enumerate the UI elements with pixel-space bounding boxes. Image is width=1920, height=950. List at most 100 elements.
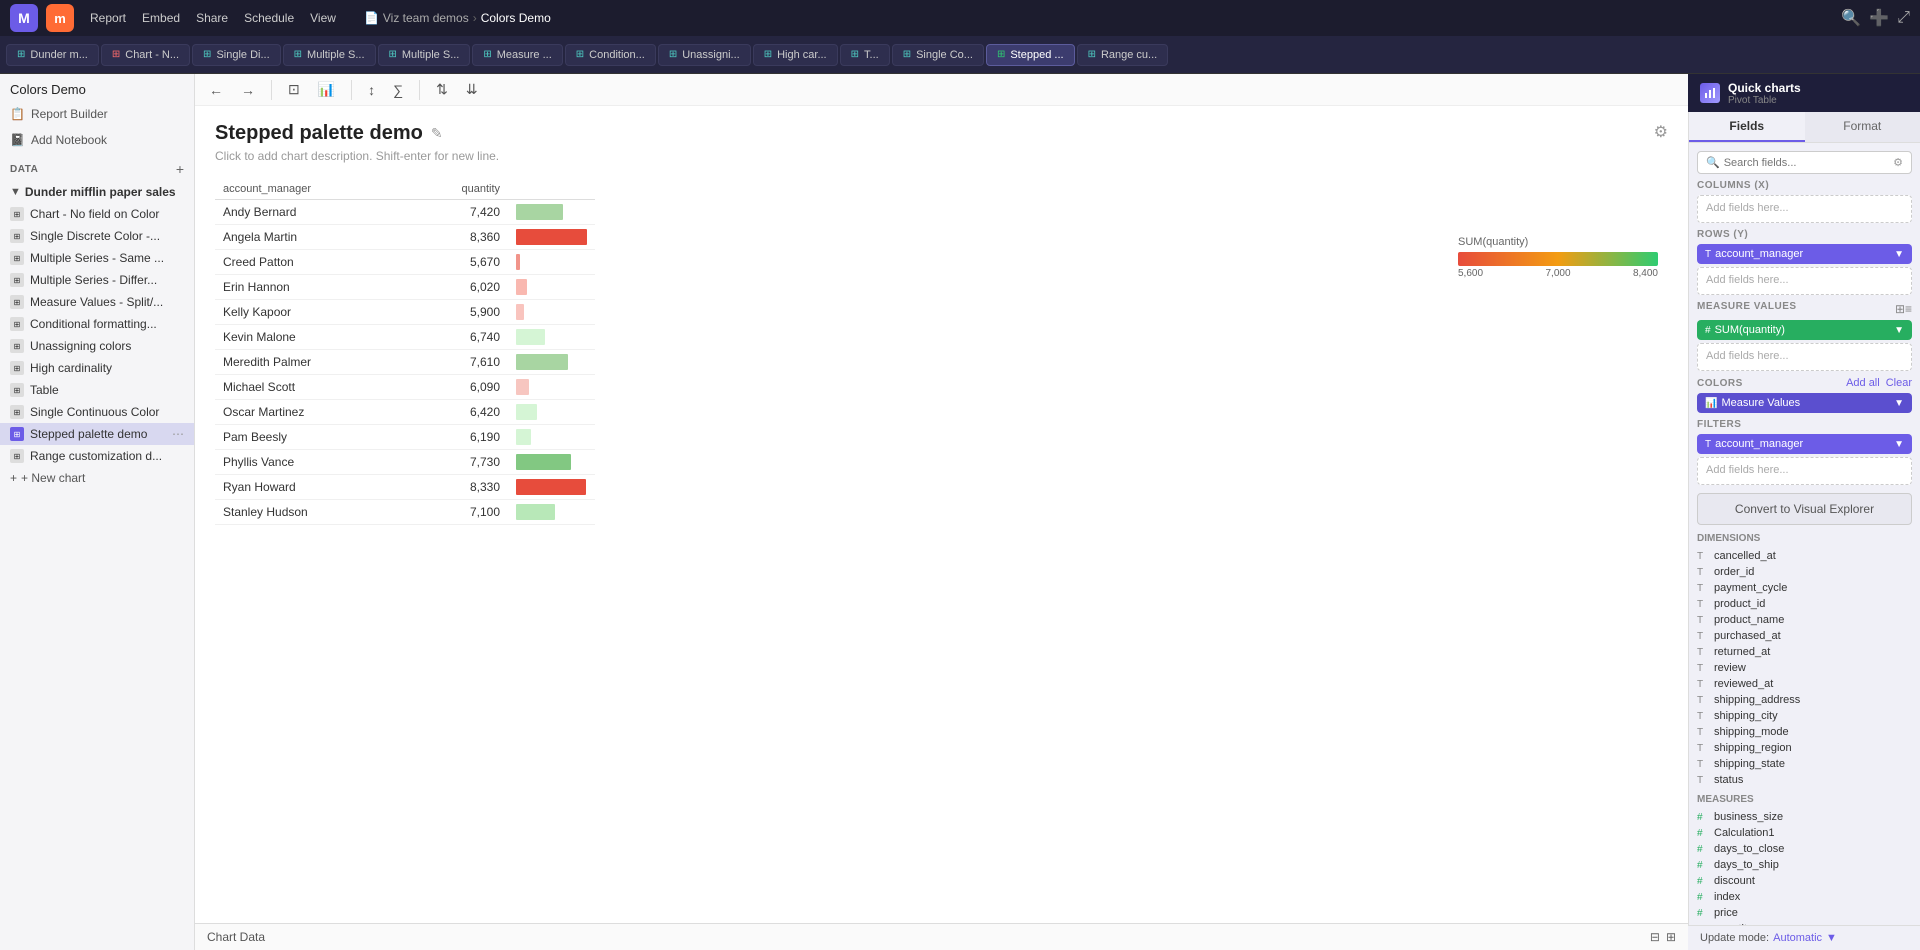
measure-grid-icon[interactable]: ⊞≡: [1895, 302, 1912, 316]
columns-drop-zone[interactable]: Add fields here...: [1697, 195, 1912, 223]
tab-highcard[interactable]: ⊞ High car...: [753, 44, 838, 66]
convert-btn[interactable]: Convert to Visual Explorer: [1697, 493, 1912, 525]
update-mode-value[interactable]: Automatic: [1773, 932, 1822, 944]
measure-item[interactable]: #price: [1697, 905, 1912, 921]
dimension-item[interactable]: Tshipping_mode: [1697, 724, 1912, 740]
limit-button[interactable]: ⇊: [460, 78, 484, 101]
colors-add-all[interactable]: Add all: [1846, 377, 1880, 389]
dimension-item[interactable]: Tstatus: [1697, 772, 1912, 788]
sidebar-item-conditional[interactable]: ⊞ Conditional formatting...: [0, 313, 194, 335]
measure-item[interactable]: #days_to_close: [1697, 841, 1912, 857]
sidebar-item-single-discrete[interactable]: ⊞ Single Discrete Color -...: [0, 225, 194, 247]
dimension-item[interactable]: Torder_id: [1697, 564, 1912, 580]
add-icon[interactable]: ➕: [1869, 8, 1889, 28]
filters-field-pill[interactable]: T account_manager ▼: [1697, 434, 1912, 454]
dimension-item[interactable]: Tshipping_address: [1697, 692, 1912, 708]
rows-pill-arrow[interactable]: ▼: [1894, 249, 1904, 260]
tab-range[interactable]: ⊞ Range cu...: [1077, 44, 1169, 66]
colors-pill-arrow[interactable]: ▼: [1894, 398, 1904, 409]
dimension-item[interactable]: Tcancelled_at: [1697, 548, 1912, 564]
sidebar-item-high-card[interactable]: ⊞ High cardinality: [0, 357, 194, 379]
nav-share[interactable]: Share: [188, 11, 236, 25]
dimension-item[interactable]: Treturned_at: [1697, 644, 1912, 660]
filters-pill-arrow[interactable]: ▼: [1894, 439, 1904, 450]
sidebar-item-chart-no-field[interactable]: ⊞ Chart - No field on Color: [0, 203, 194, 225]
measure-field-pill[interactable]: # SUM(quantity) ▼: [1697, 320, 1912, 340]
sort-button[interactable]: ↕: [362, 79, 381, 101]
add-data-button[interactable]: +: [176, 161, 184, 177]
dimension-item[interactable]: Tpurchased_at: [1697, 628, 1912, 644]
tab-dunder[interactable]: ⊞ Dunder m...: [6, 44, 99, 66]
nav-view[interactable]: View: [302, 11, 344, 25]
breadcrumb-workspace[interactable]: Viz team demos: [383, 11, 469, 25]
chart-footer-collapse-icon[interactable]: ⊟: [1650, 930, 1660, 944]
sidebar-item-unassigning[interactable]: ⊞ Unassigning colors: [0, 335, 194, 357]
dimension-item[interactable]: Tshipping_city: [1697, 708, 1912, 724]
chart-type-button[interactable]: 📊: [312, 78, 341, 101]
sidebar-item-table[interactable]: ⊞ Table: [0, 379, 194, 401]
app-logo[interactable]: m: [46, 4, 74, 32]
fields-search-input[interactable]: [1724, 157, 1889, 169]
tab-t[interactable]: ⊞ T...: [840, 44, 890, 66]
back-button[interactable]: ←: [203, 79, 229, 101]
sidebar-item-measure-split[interactable]: ⊞ Measure Values - Split/...: [0, 291, 194, 313]
sidebar-group-dunder[interactable]: ▼ Dunder mifflin paper sales: [0, 181, 194, 203]
metro-logo[interactable]: M: [10, 4, 38, 32]
tab-unassign[interactable]: ⊞ Unassigni...: [658, 44, 751, 66]
dimension-item[interactable]: Treviewed_at: [1697, 676, 1912, 692]
measure-item[interactable]: #days_to_ship: [1697, 857, 1912, 873]
tab-chart-n[interactable]: ⊞ Chart - N...: [101, 44, 190, 66]
tab-fields[interactable]: Fields: [1689, 112, 1805, 142]
forward-button[interactable]: →: [235, 79, 261, 101]
measure-drop-zone[interactable]: Add fields here...: [1697, 343, 1912, 371]
fields-filter-icon[interactable]: ⚙: [1893, 156, 1903, 169]
add-notebook-link[interactable]: 📓 Add Notebook: [0, 127, 194, 153]
rows-field-pill[interactable]: T account_manager ▼: [1697, 244, 1912, 264]
tab-condition[interactable]: ⊞ Condition...: [565, 44, 656, 66]
colors-field-pill[interactable]: 📊 Measure Values ▼: [1697, 393, 1912, 413]
colors-clear[interactable]: Clear: [1886, 377, 1912, 389]
sidebar-item-multiple-diff[interactable]: ⊞ Multiple Series - Differ...: [0, 269, 194, 291]
measure-item[interactable]: #index: [1697, 889, 1912, 905]
nav-embed[interactable]: Embed: [134, 11, 188, 25]
measure-item[interactable]: #business_size: [1697, 809, 1912, 825]
measure-type-icon: #: [1697, 876, 1709, 887]
search-icon[interactable]: 🔍: [1841, 8, 1861, 28]
dimension-item[interactable]: Tshipping_region: [1697, 740, 1912, 756]
sidebar-item-single-continuous[interactable]: ⊞ Single Continuous Color: [0, 401, 194, 423]
chart-footer-expand-icon[interactable]: ⊞: [1666, 930, 1676, 944]
aggregate-button[interactable]: ∑: [387, 79, 409, 101]
report-builder-link[interactable]: 📋 Report Builder: [0, 101, 194, 127]
maximize-icon[interactable]: ⤢: [1897, 9, 1910, 27]
tab-multiple-s1[interactable]: ⊞ Multiple S...: [283, 44, 376, 66]
tab-stepped[interactable]: ⊞ Stepped ...: [986, 44, 1075, 66]
tab-single-di[interactable]: ⊞ Single Di...: [192, 44, 281, 66]
filters-drop-zone[interactable]: Add fields here...: [1697, 457, 1912, 485]
new-chart-button[interactable]: + + New chart: [0, 467, 194, 489]
update-mode-chevron[interactable]: ▼: [1826, 932, 1837, 944]
sidebar-item-range[interactable]: ⊞ Range customization d...: [0, 445, 194, 467]
nav-schedule[interactable]: Schedule: [236, 11, 302, 25]
chart-settings-icon[interactable]: ⚙: [1654, 122, 1668, 142]
filter-button[interactable]: ⇅: [430, 78, 454, 101]
tab-measure[interactable]: ⊞ Measure ...: [472, 44, 562, 66]
chart-subtitle[interactable]: Click to add chart description. Shift-en…: [215, 149, 1668, 163]
chart-edit-icon[interactable]: ✎: [431, 125, 443, 142]
measure-item[interactable]: #discount: [1697, 873, 1912, 889]
nav-report[interactable]: Report: [82, 11, 134, 25]
dimension-item[interactable]: Tshipping_state: [1697, 756, 1912, 772]
measure-item[interactable]: #Calculation1: [1697, 825, 1912, 841]
dimension-item[interactable]: Tpayment_cycle: [1697, 580, 1912, 596]
tab-single-co[interactable]: ⊞ Single Co...: [892, 44, 984, 66]
tab-format[interactable]: Format: [1805, 112, 1920, 142]
sidebar-item-multiple-same[interactable]: ⊞ Multiple Series - Same ...: [0, 247, 194, 269]
dimension-item[interactable]: Treview: [1697, 660, 1912, 676]
sidebar-item-stepped[interactable]: ⊞ Stepped palette demo ⋯: [0, 423, 194, 445]
dimension-item[interactable]: Tproduct_name: [1697, 612, 1912, 628]
dimension-item[interactable]: Tproduct_id: [1697, 596, 1912, 612]
rows-drop-zone[interactable]: Add fields here...: [1697, 267, 1912, 295]
sidebar-item-stepped-menu[interactable]: ⋯: [172, 427, 184, 441]
measure-pill-arrow[interactable]: ▼: [1894, 325, 1904, 336]
tab-multiple-s2[interactable]: ⊞ Multiple S...: [378, 44, 471, 66]
layout-button[interactable]: ⊡: [282, 78, 306, 101]
